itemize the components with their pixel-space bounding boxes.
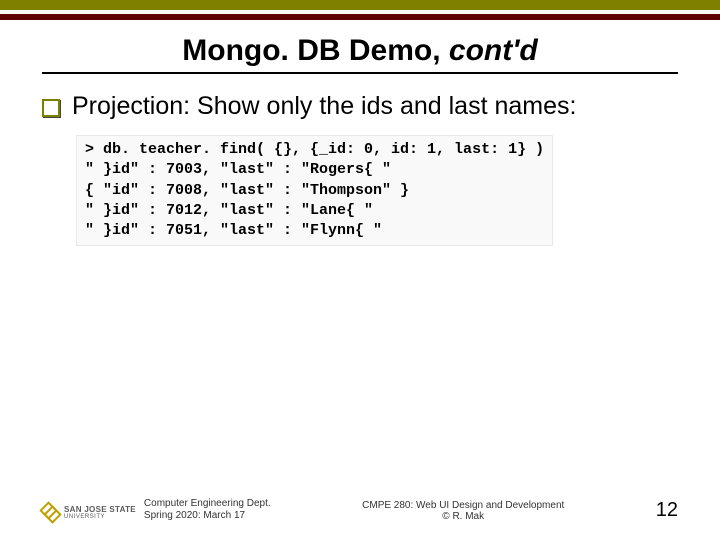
- course-line: CMPE 280: Web UI Design and Development: [271, 500, 656, 511]
- bullet-item: Projection: Show only the ids and last n…: [42, 92, 678, 121]
- footer-left: SAN JOSE STATE UNIVERSITY Computer Engin…: [42, 498, 271, 522]
- page-number: 12: [656, 499, 678, 522]
- slide-title: Mongo. DB Demo, cont'd: [0, 34, 720, 68]
- sjsu-logo: SAN JOSE STATE UNIVERSITY: [42, 504, 136, 522]
- slide: Mongo. DB Demo, cont'd Projection: Show …: [0, 0, 720, 540]
- bullet-square-icon: [42, 99, 60, 117]
- code-line: " }id" : 7051, "last" : "Flynn{ ": [85, 222, 382, 239]
- code-line: > db. teacher. find( {}, {_id: 0, id: 1,…: [85, 141, 544, 158]
- code-line: { "id" : 7008, "last" : "Thompson" }: [85, 182, 409, 199]
- footer-center: CMPE 280: Web UI Design and Development …: [271, 500, 656, 522]
- footer: SAN JOSE STATE UNIVERSITY Computer Engin…: [0, 498, 720, 522]
- sjsu-logo-text: SAN JOSE STATE UNIVERSITY: [64, 506, 136, 520]
- title-text: Mongo. DB Demo,: [182, 34, 449, 67]
- body: Projection: Show only the ids and last n…: [0, 92, 720, 246]
- bullet-text: Projection: Show only the ids and last n…: [72, 92, 576, 121]
- logo-line2: UNIVERSITY: [64, 514, 136, 520]
- copyright-line: © R. Mak: [271, 511, 656, 522]
- footer-dept: Computer Engineering Dept. Spring 2020: …: [144, 498, 271, 522]
- logo-line1: SAN JOSE STATE: [64, 506, 136, 514]
- decorative-top-bars: [0, 0, 720, 20]
- code-line: " }id" : 7003, "last" : "Rogers{ ": [85, 161, 391, 178]
- sjsu-mark-icon: [42, 504, 60, 522]
- dept-line1: Computer Engineering Dept.: [144, 498, 271, 510]
- title-emph: cont'd: [449, 34, 538, 67]
- dept-line2: Spring 2020: March 17: [144, 510, 271, 522]
- title-underline: [42, 72, 678, 74]
- code-block: > db. teacher. find( {}, {_id: 0, id: 1,…: [76, 135, 553, 246]
- code-line: " }id" : 7012, "last" : "Lane{ ": [85, 202, 373, 219]
